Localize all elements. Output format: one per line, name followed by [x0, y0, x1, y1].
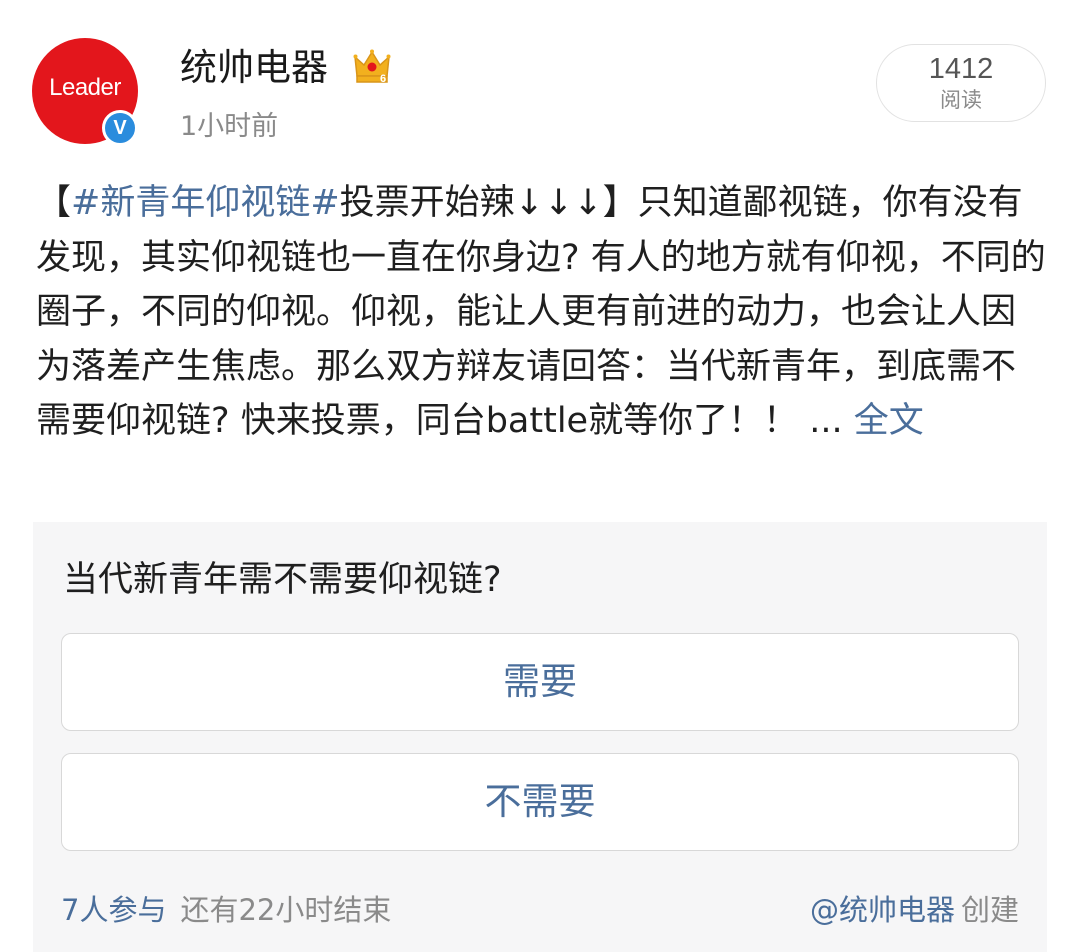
crown-level-icon: 6 [353, 49, 391, 85]
badge-level: 6 [380, 73, 386, 85]
poll-remaining-time: 还有22小时结束 [180, 893, 392, 927]
verified-badge-icon: V [102, 110, 138, 146]
post-text: 【#新青年仰视链#投票开始辣↓↓↓】只知道鄙视链，你有没有发现，其实仰视链也一直… [36, 176, 1046, 449]
poll-card: 当代新青年需不需要仰视链? 需要 不需要 7人参与 还有22小时结束 @统帅电器创… [33, 522, 1047, 952]
poll-created-label: 创建 [960, 893, 1019, 927]
read-count: 1412 [928, 53, 994, 85]
author-name[interactable]: 统帅电器 [180, 44, 328, 92]
open-bracket: 【 [36, 183, 72, 223]
poll-option-yes-button[interactable]: 需要 [61, 633, 1019, 731]
post-header: Leader V 统帅电器 6 1小时前 1412 阅读 [0, 0, 1080, 160]
hashtag-link[interactable]: #新青年仰视链# [71, 183, 340, 223]
full-text-link[interactable]: 全文 [854, 401, 924, 441]
poll-question: 当代新青年需不需要仰视链? [63, 560, 502, 600]
leader-logo: Leader [49, 74, 121, 101]
read-count-box: 1412 阅读 [876, 44, 1046, 122]
poll-footer: 7人参与 还有22小时结束 @统帅电器 创建 [61, 890, 1019, 930]
poll-creator: @统帅电器 创建 [810, 890, 1019, 930]
read-label: 阅读 [940, 88, 982, 112]
post-timestamp: 1小时前 [180, 111, 279, 142]
poll-participants-link[interactable]: 7人参与 [61, 893, 166, 927]
post-lead: 投票开始辣↓↓↓】 [339, 183, 638, 223]
poll-option-no-button[interactable]: 不需要 [61, 753, 1019, 851]
ellipsis: ... [798, 401, 854, 441]
poll-creator-link[interactable]: @统帅电器 [810, 893, 955, 927]
